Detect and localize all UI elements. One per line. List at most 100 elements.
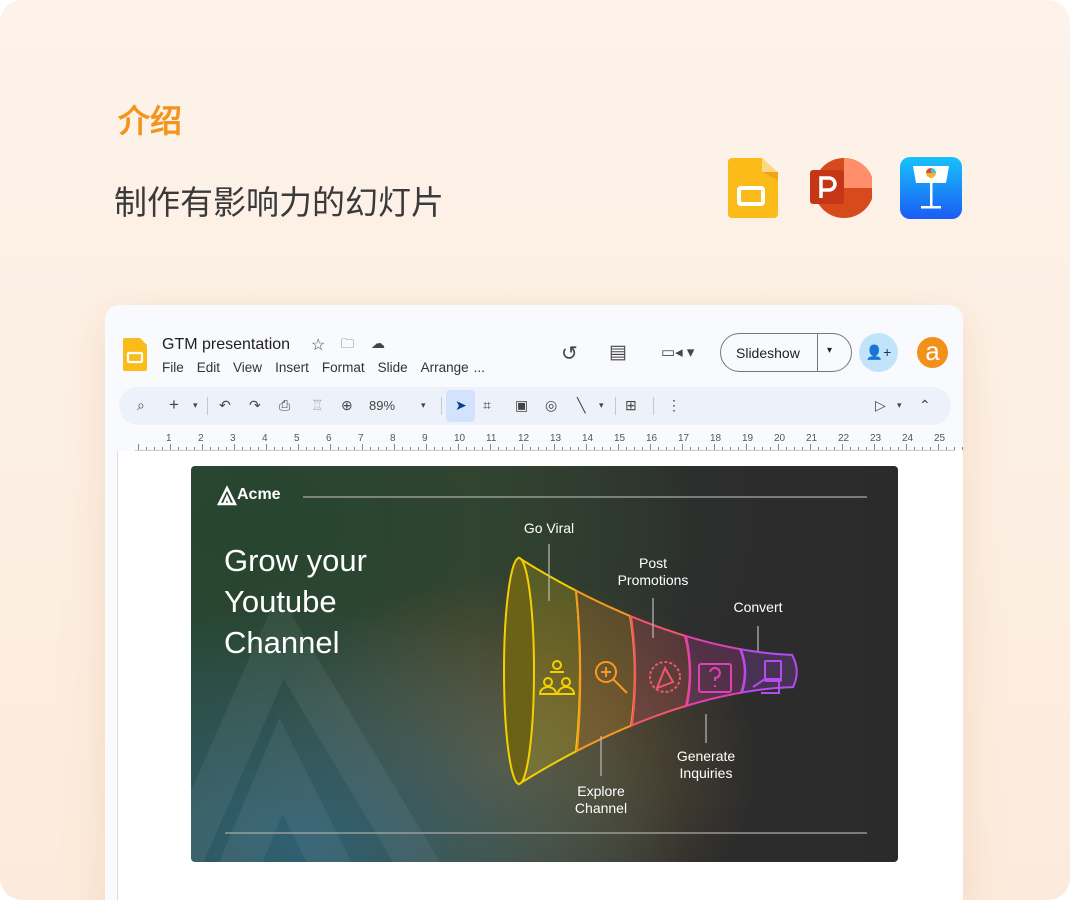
more-options-icon[interactable]: ⋮ <box>667 397 681 414</box>
ruler-number: 16 <box>646 433 658 444</box>
paint-format-icon[interactable]: ♖ <box>311 397 324 414</box>
slideshow-dropdown-icon[interactable]: ▾ <box>827 345 832 356</box>
zoom-level[interactable]: 89% <box>369 398 395 413</box>
select-tool[interactable]: ➤ <box>446 390 475 422</box>
menu-view[interactable]: View <box>233 360 262 375</box>
star-icon[interactable]: ☆ <box>311 335 325 355</box>
ruler-tick <box>762 447 763 450</box>
ruler-tick <box>914 447 915 450</box>
ruler-tick <box>346 447 347 450</box>
slideshow-button[interactable]: Slideshow ▾ <box>720 333 852 372</box>
share-button[interactable]: 👤+ <box>859 333 898 372</box>
ruler-tick <box>866 447 867 450</box>
ruler-tick <box>154 447 155 450</box>
redo-icon[interactable]: ↷ <box>249 397 261 414</box>
ruler-tick <box>514 447 515 450</box>
ruler-tick <box>826 447 827 450</box>
ruler-tick <box>194 447 195 450</box>
menu-more[interactable]: ... <box>474 360 485 375</box>
version-history-icon[interactable]: ↺ <box>561 341 578 366</box>
ruler-tick <box>778 444 779 450</box>
ruler-tick <box>842 444 843 450</box>
ruler-tick <box>930 447 931 450</box>
label-generate-inquiries: Generate Inquiries <box>676 748 736 781</box>
ruler-number: 23 <box>870 433 882 444</box>
zoom-icon[interactable]: ⊕ <box>341 397 353 414</box>
ruler-tick <box>770 447 771 450</box>
funnel-stage <box>629 614 691 727</box>
ruler-tick <box>802 447 803 450</box>
ruler-tick <box>754 447 755 450</box>
add-comment-icon[interactable]: ⊞ <box>625 397 637 414</box>
document-title[interactable]: GTM presentation <box>162 336 290 354</box>
ruler-tick <box>474 447 475 450</box>
pen-dropdown-icon[interactable]: ▾ <box>897 400 902 411</box>
slide[interactable]: Acme Grow your Youtube Channel Go Viral … <box>191 466 898 862</box>
ruler-tick <box>162 447 163 450</box>
ruler-number: 2 <box>198 433 204 444</box>
ruler-tick <box>578 447 579 450</box>
search-menus-icon[interactable]: ⌕ <box>137 397 145 414</box>
ruler-tick <box>834 447 835 450</box>
cloud-status-icon[interactable]: ☁ <box>371 335 385 352</box>
slides-app-window: GTM presentation ☆ 🗀 ☁ File Edit View In… <box>105 305 963 900</box>
image-icon[interactable]: ▣ <box>515 397 528 414</box>
new-slide-dropdown-icon[interactable]: ▾ <box>193 400 198 411</box>
menu-slide[interactable]: Slide <box>378 360 408 375</box>
line-icon[interactable]: ╲ <box>577 397 585 414</box>
ruler-tick <box>562 447 563 450</box>
ruler-tick <box>330 444 331 450</box>
menu-format[interactable]: Format <box>322 360 365 375</box>
ruler-number: 14 <box>582 433 594 444</box>
ruler-tick <box>570 447 571 450</box>
menu-edit[interactable]: Edit <box>197 360 220 375</box>
shape-icon[interactable]: ◎ <box>545 397 557 414</box>
ruler-tick <box>698 447 699 450</box>
ruler-number: 19 <box>742 433 754 444</box>
ruler-tick <box>634 447 635 450</box>
ruler-tick <box>258 447 259 450</box>
ruler-tick <box>290 447 291 450</box>
menu-insert[interactable]: Insert <box>275 360 309 375</box>
ruler-tick <box>706 447 707 450</box>
zoom-dropdown-icon[interactable]: ▾ <box>421 400 426 411</box>
ruler-number: 17 <box>678 433 690 444</box>
menu-arrange[interactable]: Arrange <box>421 360 469 375</box>
collapse-toolbar-icon[interactable]: ⌃ <box>919 397 931 414</box>
ruler-tick <box>386 447 387 450</box>
print-icon[interactable]: ⎙ <box>279 397 290 414</box>
ruler-tick <box>906 444 907 450</box>
ruler-tick <box>274 447 275 450</box>
ruler-tick <box>234 444 235 450</box>
toolbar: ⌕ + ▾ ↶ ↷ ⎙ ♖ ⊕ 89% ▾ ➤ ⌗ ▣ ◎ ╲ ▾ ⊞ ⋮ ▷ … <box>119 387 951 425</box>
menu-file[interactable]: File <box>162 360 184 375</box>
ruler-tick <box>146 447 147 450</box>
horizontal-ruler[interactable]: 1 2 3 4 5 6 7 8 9 10 11 12 13 14 15 16 17 18 19 20 21 22 23 24 2… <box>135 433 963 451</box>
ruler-tick <box>610 447 611 450</box>
ruler-number: 20 <box>774 433 786 444</box>
ruler-tick <box>626 447 627 450</box>
ruler-tick <box>522 444 523 450</box>
ruler-tick <box>690 447 691 450</box>
ruler-number: 4 <box>262 433 268 444</box>
ruler-number: 12 <box>518 433 530 444</box>
ruler-number: 25 <box>934 433 946 444</box>
pen-tool-icon[interactable]: ▷ <box>875 397 886 414</box>
ruler-number: 11 <box>486 433 497 444</box>
powerpoint-icon <box>810 158 872 218</box>
ruler-tick <box>370 447 371 450</box>
ruler-tick <box>714 444 715 450</box>
text-box-icon[interactable]: ⌗ <box>483 397 491 414</box>
undo-icon[interactable]: ↶ <box>219 397 231 414</box>
new-slide-icon[interactable]: + <box>169 395 179 415</box>
ruler-tick <box>530 447 531 450</box>
ruler-tick <box>186 447 187 450</box>
comments-icon[interactable]: ▤ <box>609 341 627 364</box>
move-folder-icon[interactable]: 🗀 <box>341 335 354 357</box>
line-dropdown-icon[interactable]: ▾ <box>599 400 604 411</box>
meet-camera-icon[interactable]: ▭◂ ▾ <box>661 343 694 361</box>
ruler-tick <box>538 447 539 450</box>
google-slides-logo[interactable] <box>123 338 147 371</box>
ruler-tick <box>490 444 491 450</box>
avatar[interactable]: a <box>917 337 948 368</box>
